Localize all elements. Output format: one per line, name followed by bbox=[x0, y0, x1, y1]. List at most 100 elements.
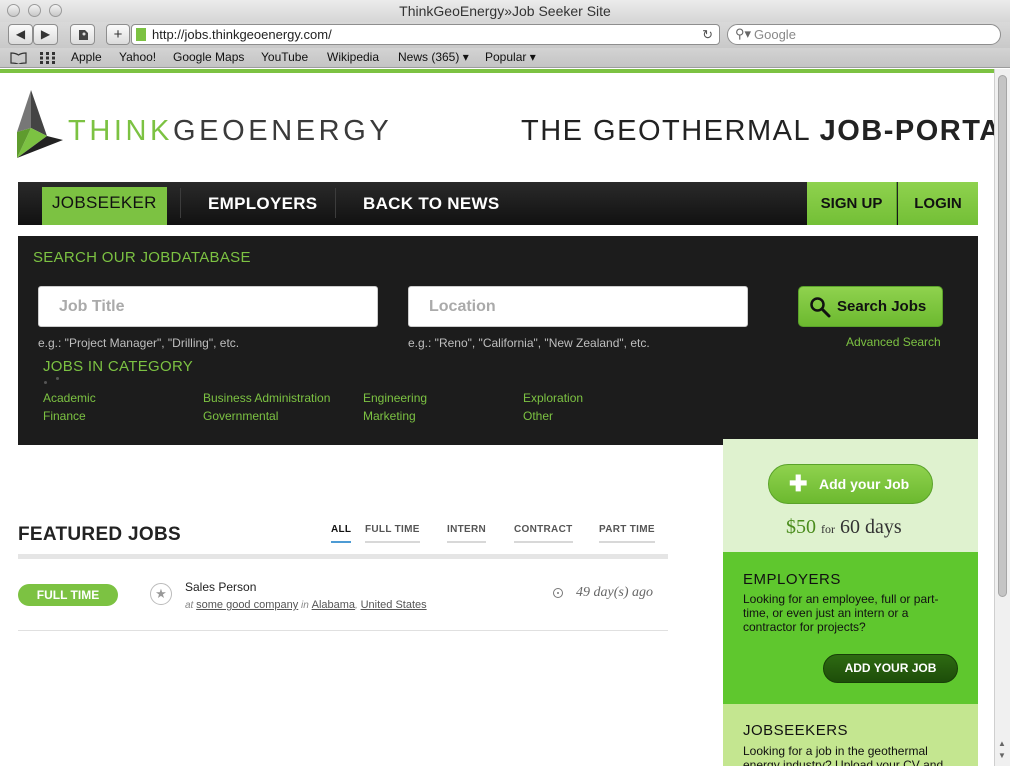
bookmark-news[interactable]: News (365) ▾ bbox=[398, 48, 469, 67]
search-icon: ⚲▾ bbox=[735, 26, 752, 41]
bookmark-yahoo[interactable]: Yahoo! bbox=[119, 48, 156, 67]
top-sites-icon[interactable] bbox=[40, 48, 55, 70]
thinkgeoenergy-logo-icon bbox=[17, 90, 63, 158]
price-for: for bbox=[821, 522, 835, 536]
employers-text: Looking for an employee, full or part-ti… bbox=[743, 592, 939, 634]
reading-list-icon[interactable] bbox=[10, 48, 27, 70]
job-company-link[interactable]: some good company bbox=[196, 599, 298, 611]
job-title-hint: e.g.: "Project Manager", "Drilling", etc… bbox=[38, 336, 240, 350]
add-bookmark-button[interactable]: + bbox=[106, 24, 130, 45]
tagline-light: THE GEOTHERMAL bbox=[521, 115, 820, 147]
tagline-bold: JOB-PORTAL bbox=[819, 115, 994, 147]
browser-toolbar: ◀ ▶ + http://jobs.thinkgeoenergy.com/ ↻ … bbox=[0, 22, 1010, 48]
tab-intern[interactable]: INTERN bbox=[447, 524, 487, 543]
job-price: $50 for 60 days bbox=[786, 516, 902, 539]
job-title-input[interactable]: Job Title bbox=[38, 286, 378, 327]
job-state-link[interactable]: Alabama bbox=[312, 599, 355, 611]
advanced-search-link[interactable]: Advanced Search bbox=[846, 335, 941, 349]
star-icon[interactable]: ★ bbox=[150, 583, 172, 605]
category-marketing[interactable]: Marketing bbox=[363, 409, 416, 423]
featured-jobs-title: FEATURED JOBS bbox=[18, 524, 181, 545]
evernote-icon bbox=[78, 30, 88, 40]
employers-title: EMPLOYERS bbox=[743, 571, 841, 588]
nav-jobseeker[interactable]: JOBSEEKER bbox=[42, 187, 167, 225]
plus-icon: ✚ bbox=[789, 471, 808, 496]
employers-add-job-button[interactable]: ADD YOUR JOB bbox=[823, 654, 958, 683]
bookmarks-bar: Apple Yahoo! Google Maps YouTube Wikiped… bbox=[0, 48, 1010, 68]
employers-panel: EMPLOYERS Looking for an employee, full … bbox=[723, 552, 978, 704]
category-engineering[interactable]: Engineering bbox=[363, 391, 427, 405]
job-posted-age: 49 day(s) ago bbox=[576, 585, 653, 600]
bookmark-google-maps[interactable]: Google Maps bbox=[173, 48, 244, 67]
clock-icon bbox=[553, 588, 563, 598]
add-job-promo: ✚ Add your Job $50 for 60 days bbox=[723, 439, 978, 552]
address-url: http://jobs.thinkgeoenergy.com/ bbox=[152, 27, 332, 42]
address-bar[interactable]: http://jobs.thinkgeoenergy.com/ ↻ bbox=[131, 24, 720, 45]
search-panel-title: SEARCH OUR JOBDATABASE bbox=[33, 249, 251, 266]
location-hint: e.g.: "Reno", "California", "New Zealand… bbox=[408, 336, 650, 350]
bookmark-wikipedia[interactable]: Wikipedia bbox=[327, 48, 379, 67]
nav-divider bbox=[180, 188, 181, 218]
logo-think: THINK bbox=[68, 115, 173, 147]
search-icon bbox=[810, 297, 831, 318]
minimize-window-button[interactable] bbox=[28, 4, 41, 17]
bookmark-popular[interactable]: Popular ▾ bbox=[485, 48, 536, 67]
logo-wordmark[interactable]: THINKGEOENERGY bbox=[68, 115, 392, 148]
tab-part-time[interactable]: PART TIME bbox=[599, 524, 655, 543]
page-scrollbar[interactable]: ▲ ▼ bbox=[994, 69, 1010, 766]
forward-button[interactable]: ▶ bbox=[33, 24, 58, 45]
page-content: THINKGEOENERGY THE GEOTHERMAL JOB-PORTAL… bbox=[0, 73, 994, 766]
plus-icon: + bbox=[113, 26, 123, 43]
tab-all[interactable]: ALL bbox=[331, 524, 352, 543]
reload-icon[interactable]: ↻ bbox=[702, 25, 713, 44]
evernote-button[interactable] bbox=[70, 24, 95, 45]
category-exploration[interactable]: Exploration bbox=[523, 391, 583, 405]
job-in-label: in bbox=[301, 600, 309, 611]
logo-geoenergy: GEOENERGY bbox=[173, 115, 393, 147]
category-finance[interactable]: Finance bbox=[43, 409, 86, 423]
job-country-link[interactable]: United States bbox=[361, 599, 427, 611]
browser-search-input[interactable]: ⚲▾ Google bbox=[727, 24, 1001, 45]
scroll-up-icon[interactable]: ▲ bbox=[998, 739, 1006, 748]
categories-title: JOBS IN CATEGORY bbox=[43, 358, 194, 375]
jobseekers-panel: JOBSEEKERS Looking for a job in the geot… bbox=[723, 704, 978, 766]
bookmark-apple[interactable]: Apple bbox=[71, 48, 102, 67]
scrollbar-thumb[interactable] bbox=[998, 75, 1007, 597]
category-business-administration[interactable]: Business Administration bbox=[203, 391, 330, 405]
back-arrow-icon: ◀ bbox=[15, 27, 26, 41]
job-at-label: at bbox=[185, 600, 194, 611]
forward-arrow-icon: ▶ bbox=[40, 27, 51, 41]
featured-divider bbox=[18, 554, 668, 559]
window-titlebar: ThinkGeoEnergy»Job Seeker Site bbox=[0, 0, 1010, 22]
nav-employers[interactable]: EMPLOYERS bbox=[208, 182, 317, 225]
category-academic[interactable]: Academic bbox=[43, 391, 96, 405]
window-title: ThinkGeoEnergy»Job Seeker Site bbox=[399, 3, 611, 19]
loading-dot bbox=[56, 377, 59, 380]
site-logo[interactable] bbox=[17, 90, 63, 163]
job-type-badge[interactable]: FULL TIME bbox=[18, 584, 118, 606]
category-other[interactable]: Other bbox=[523, 409, 553, 423]
back-button[interactable]: ◀ bbox=[8, 24, 33, 45]
bookmark-youtube[interactable]: YouTube bbox=[261, 48, 308, 67]
tab-full-time[interactable]: FULL TIME bbox=[365, 524, 420, 543]
scroll-down-icon[interactable]: ▼ bbox=[998, 751, 1006, 760]
site-tagline: THE GEOTHERMAL JOB-PORTAL bbox=[521, 115, 994, 148]
zoom-window-button[interactable] bbox=[49, 4, 62, 17]
tab-contract[interactable]: CONTRACT bbox=[514, 524, 573, 543]
search-jobs-button[interactable]: Search Jobs bbox=[798, 286, 943, 327]
add-your-job-button[interactable]: ✚ Add your Job bbox=[768, 464, 933, 504]
category-governmental[interactable]: Governmental bbox=[203, 409, 278, 423]
job-title-link[interactable]: Sales Person bbox=[185, 580, 256, 594]
job-row[interactable]: FULL TIME ★ Sales Person at some good co… bbox=[18, 568, 668, 631]
signup-button[interactable]: SIGN UP bbox=[807, 182, 897, 225]
nav-divider bbox=[335, 188, 336, 218]
nav-back-to-news[interactable]: BACK TO NEWS bbox=[363, 182, 499, 225]
close-window-button[interactable] bbox=[7, 4, 20, 17]
search-jobs-label: Search Jobs bbox=[837, 298, 927, 315]
main-nav: JOBSEEKER EMPLOYERS BACK TO NEWS SIGN UP… bbox=[18, 182, 978, 225]
favicon-icon bbox=[136, 28, 146, 41]
price-amount: $50 bbox=[786, 516, 816, 538]
location-input[interactable]: Location bbox=[408, 286, 748, 327]
login-button[interactable]: LOGIN bbox=[898, 182, 978, 225]
jobseekers-title: JOBSEEKERS bbox=[743, 722, 849, 739]
